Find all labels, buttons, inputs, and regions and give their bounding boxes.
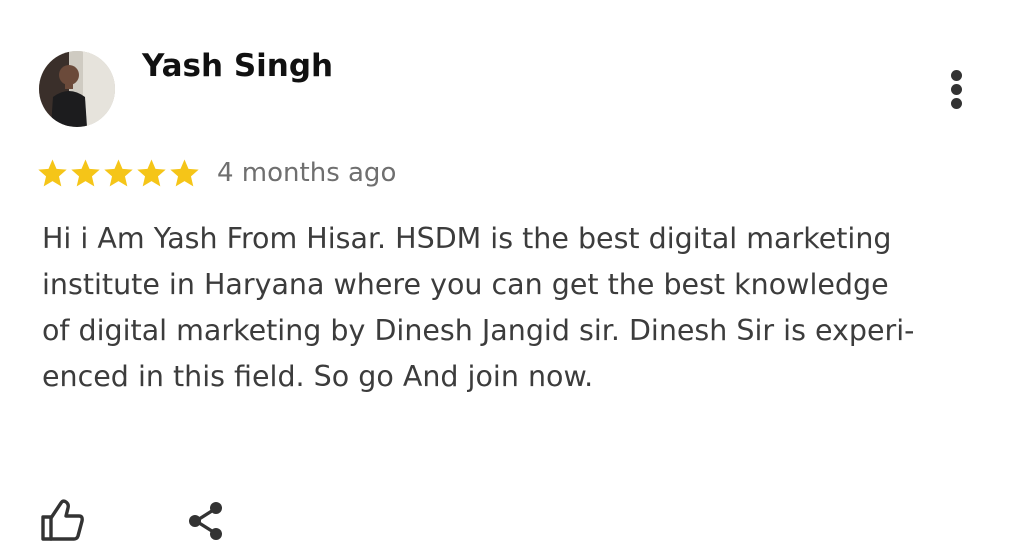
more-options-button[interactable] [940,64,974,114]
review-card: Yash Singh 4 months ago Hi i Am Yash Fro… [0,0,1024,557]
like-button[interactable] [39,497,87,543]
reviewer-name[interactable]: Yash Singh [142,48,333,84]
more-vert-icon-dot [951,84,962,95]
review-date: 4 months ago [217,158,397,188]
share-icon [189,502,222,540]
star-icon [170,158,199,186]
star-icon [104,158,133,186]
star-icon [38,158,67,186]
star-icon [137,158,166,186]
share-button[interactable] [185,499,229,543]
avatar-photo [39,51,115,127]
star-icon [71,158,100,186]
avatar[interactable] [39,51,115,127]
thumbs-up-icon [41,499,84,541]
review-text: Hi i Am Yash From Hisar. HSDM is the bes… [42,222,915,393]
star-rating [36,157,201,190]
more-vert-icon-dot [951,98,962,109]
rating-row: 4 months ago [36,151,396,195]
more-vert-icon [951,70,962,81]
